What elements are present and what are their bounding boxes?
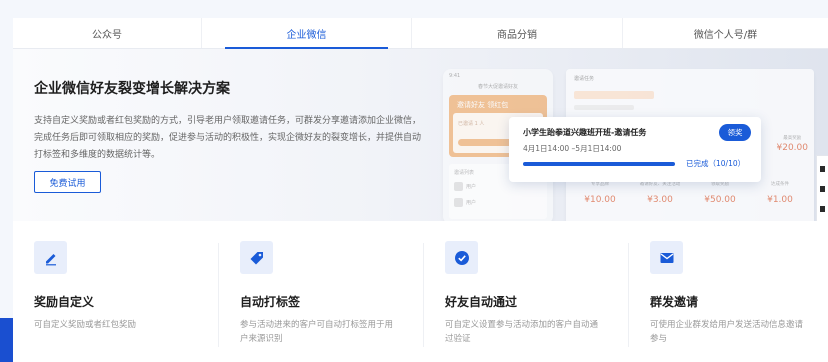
phone-title: 春节大促邀请好友 xyxy=(477,84,518,90)
task-progress-status: 已完成（10/10） xyxy=(686,159,746,168)
widget-glyph xyxy=(820,186,825,192)
free-trial-button[interactable]: 免费试用 xyxy=(34,171,101,193)
mail-icon xyxy=(650,241,683,274)
invite-list-header: 邀请列表 xyxy=(454,170,475,176)
amount-label: 达成条件 xyxy=(771,182,789,187)
hero-section: 企业微信好友裂变增长解决方案 支持自定义奖励或者红包奖励的方式，引导老用户领取邀… xyxy=(13,49,828,221)
amount-value: ¥50.00 xyxy=(704,195,736,205)
corner-widget[interactable] xyxy=(0,318,13,362)
tab-enterprise-wechat[interactable]: 企业微信 xyxy=(202,18,412,49)
invite-banner-text: 邀请好友 领红包 xyxy=(457,101,509,109)
task-card: 小学生跆拳道兴趣班开班-邀请任务 4月1日14:00 –5月1日14:00 领奖… xyxy=(509,117,761,182)
amount-value: ¥10.00 xyxy=(584,195,616,205)
tab-label: 企业微信 xyxy=(286,29,327,41)
avatar xyxy=(454,198,463,207)
tag-icon xyxy=(240,241,273,274)
claim-reward-button[interactable]: 领奖 xyxy=(719,124,751,141)
feature-description: 可自定义设置参与活动添加的客户自动通过验证 xyxy=(445,320,599,344)
hero-description: 支持自定义奖励或者红包奖励的方式，引导老用户领取邀请任务，可群发分享邀请添加企业… xyxy=(34,116,422,160)
feature-description: 参与活动进来的客户可自动打标签用于用户来源识别 xyxy=(240,320,394,344)
task-progress-bar xyxy=(523,162,675,166)
task-date-range: 4月1日14:00 –5月1日14:00 xyxy=(523,144,622,153)
amount-item: 邀请好友、关注活动 ¥3.00 xyxy=(630,181,690,205)
side-amount: 最高奖励 ¥20.00 xyxy=(777,135,809,153)
tab-label: 商品分销 xyxy=(497,29,537,41)
amount-label: 最高奖励 xyxy=(783,136,802,141)
widget-glyph xyxy=(820,166,825,172)
amount-value: ¥1.00 xyxy=(767,195,793,205)
feature-reward-custom: 奖励自定义 可自定义奖励或者红包奖励 xyxy=(13,221,218,362)
feature-title: 奖励自定义 xyxy=(34,295,95,309)
avatar xyxy=(454,182,463,191)
feature-mass-invite: 群发邀请 可使用企业群发给用户发送活动信息邀请参与 xyxy=(628,221,828,362)
feature-divider xyxy=(218,243,219,347)
tab-product-distribution[interactable]: 商品分销 xyxy=(412,18,623,48)
list-item: 用户 xyxy=(454,198,476,207)
check-circle-icon xyxy=(445,241,478,274)
feature-divider xyxy=(423,243,424,347)
amount-item: 达成条件 ¥1.00 xyxy=(750,181,810,205)
amount-row: 专享品牌 ¥10.00 邀请好友、关注活动 ¥3.00 领取奖励 ¥50.00 达成条… xyxy=(570,181,810,205)
tab-label: 公众号 xyxy=(92,29,122,41)
tab-official-account[interactable]: 公众号 xyxy=(13,18,202,48)
feature-description: 可自定义奖励或者红包奖励 xyxy=(34,320,137,330)
amount-value: ¥3.00 xyxy=(647,195,673,205)
list-item: 用户 xyxy=(454,182,476,191)
feature-list: 奖励自定义 可自定义奖励或者红包奖励 自动打标签 参与活动进来的客户可自动打标签… xyxy=(13,221,828,362)
list-item-name: 用户 xyxy=(466,200,477,206)
list-item-name: 用户 xyxy=(466,184,477,190)
tab-bar: 公众号 企业微信 商品分销 微信个人号/群 xyxy=(13,18,828,49)
hero-title: 企业微信好友裂变增长解决方案 xyxy=(34,81,230,97)
phone-time: 9:41 xyxy=(449,73,461,79)
feature-auto-tag: 自动打标签 参与活动进来的客户可自动打标签用于用户来源识别 xyxy=(218,221,423,362)
feature-title: 群发邀请 xyxy=(650,295,699,309)
amount-item: 领取奖励 ¥50.00 xyxy=(690,181,750,205)
panel-placeholder-line xyxy=(574,91,654,99)
widget-glyph xyxy=(820,206,825,212)
amount-item: 专享品牌 ¥10.00 xyxy=(570,181,630,205)
tab-wechat-personal-group[interactable]: 微信个人号/群 xyxy=(623,18,828,48)
feature-auto-accept: 好友自动通过 可自定义设置参与活动添加的客户自动通过验证 xyxy=(423,221,628,362)
feature-description: 可使用企业群发给用户发送活动信息邀请参与 xyxy=(650,320,804,344)
task-title: 小学生跆拳道兴趣班开班-邀请任务 xyxy=(523,128,647,137)
panel-placeholder-line xyxy=(574,105,634,110)
pencil-icon xyxy=(34,241,67,274)
amount-value: ¥20.00 xyxy=(776,143,809,153)
feature-divider xyxy=(628,243,629,347)
invite-count: 已邀请 1 人 xyxy=(458,121,485,127)
feature-title: 自动打标签 xyxy=(240,295,301,309)
panel-header: 邀请任务 xyxy=(574,76,595,82)
feature-title: 好友自动通过 xyxy=(445,295,518,309)
tab-label: 微信个人号/群 xyxy=(693,29,758,41)
